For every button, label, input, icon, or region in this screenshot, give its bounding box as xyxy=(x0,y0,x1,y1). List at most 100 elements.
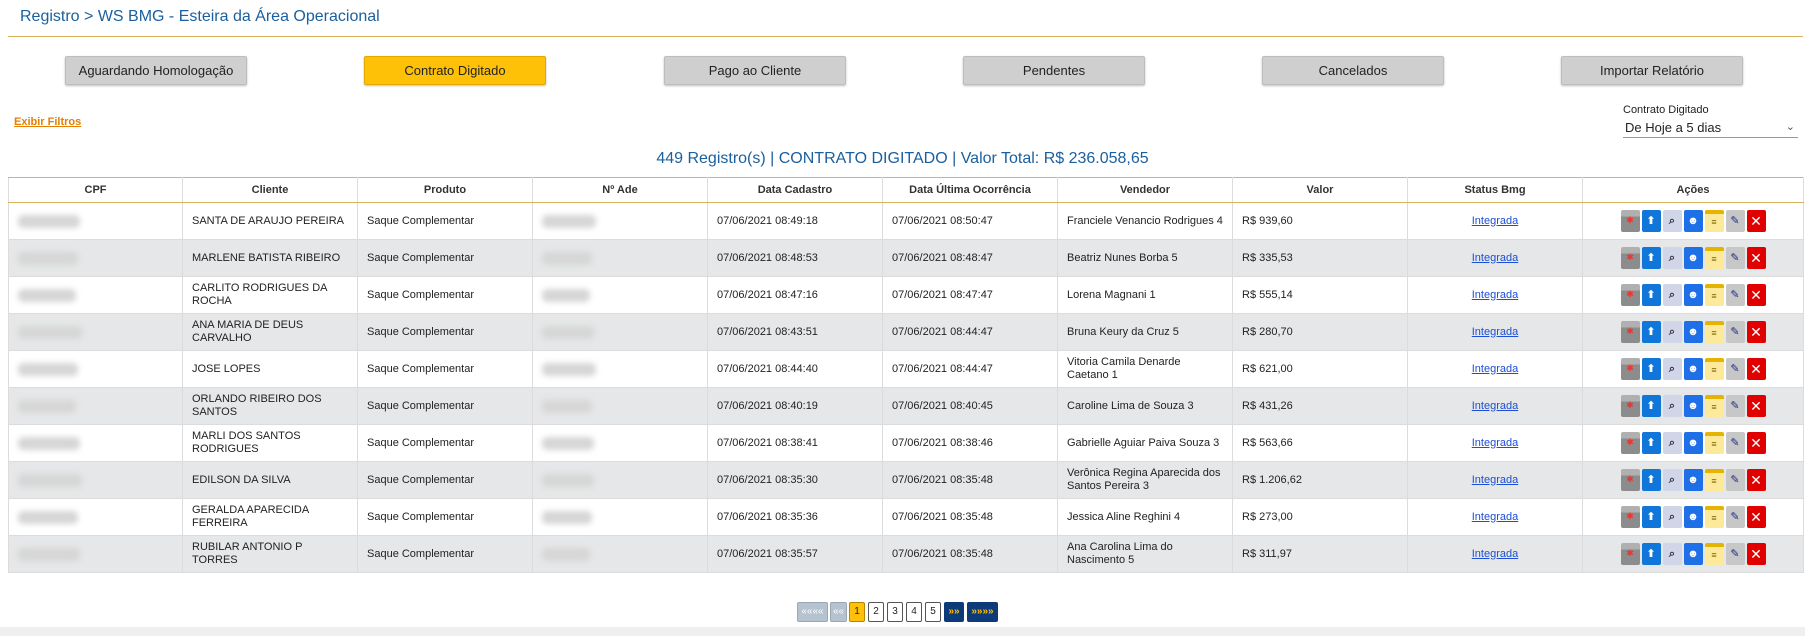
calendar-icon[interactable]: ✱ xyxy=(1620,506,1640,528)
table-row[interactable]: GERALDA APARECIDA FERREIRA Saque Compleme… xyxy=(8,498,1804,536)
user-icon[interactable]: ☻ xyxy=(1683,284,1703,306)
edit-icon[interactable]: ✎ xyxy=(1725,395,1745,417)
upload-icon[interactable]: ⬆ xyxy=(1641,247,1661,269)
user-icon[interactable]: ☻ xyxy=(1683,543,1703,565)
delete-icon[interactable]: ✕ xyxy=(1746,247,1766,269)
calendar-icon[interactable]: ✱ xyxy=(1620,210,1640,232)
note-icon[interactable]: ≡ xyxy=(1704,284,1724,306)
first-page-button[interactable]: «««« xyxy=(797,602,828,622)
user-icon[interactable]: ☻ xyxy=(1683,210,1703,232)
calendar-icon[interactable]: ✱ xyxy=(1620,247,1640,269)
edit-icon[interactable]: ✎ xyxy=(1725,469,1745,491)
table-row[interactable]: MARLI DOS SANTOS RODRIGUES Saque Compleme… xyxy=(8,424,1804,462)
page-button-5[interactable]: 5 xyxy=(925,602,941,622)
calendar-icon[interactable]: ✱ xyxy=(1620,284,1640,306)
status-link[interactable]: Integrada xyxy=(1472,289,1518,301)
edit-icon[interactable]: ✎ xyxy=(1725,358,1745,380)
page-button-1[interactable]: 1 xyxy=(849,602,865,622)
user-icon[interactable]: ☻ xyxy=(1683,469,1703,491)
note-icon[interactable]: ≡ xyxy=(1704,432,1724,454)
tab-importar-relatorio[interactable]: Importar Relatório xyxy=(1561,56,1743,85)
page-button-2[interactable]: 2 xyxy=(868,602,884,622)
delete-icon[interactable]: ✕ xyxy=(1746,543,1766,565)
calendar-icon[interactable]: ✱ xyxy=(1620,395,1640,417)
zoom-icon[interactable]: ⌕ xyxy=(1662,284,1682,306)
note-icon[interactable]: ≡ xyxy=(1704,247,1724,269)
upload-icon[interactable]: ⬆ xyxy=(1641,358,1661,380)
delete-icon[interactable]: ✕ xyxy=(1746,210,1766,232)
user-icon[interactable]: ☻ xyxy=(1683,506,1703,528)
user-icon[interactable]: ☻ xyxy=(1683,247,1703,269)
status-link[interactable]: Integrada xyxy=(1472,252,1518,264)
upload-icon[interactable]: ⬆ xyxy=(1641,210,1661,232)
date-range-select[interactable]: De Hoje a 5 dias ⌄ xyxy=(1623,119,1798,138)
tab-pago-ao-cliente[interactable]: Pago ao Cliente xyxy=(664,56,846,85)
calendar-icon[interactable]: ✱ xyxy=(1620,469,1640,491)
table-row[interactable]: ORLANDO RIBEIRO DOS SANTOS Saque Compleme… xyxy=(8,387,1804,425)
note-icon[interactable]: ≡ xyxy=(1704,358,1724,380)
table-row[interactable]: JOSE LOPES Saque Complementar 07/06/2021 0… xyxy=(8,350,1804,388)
delete-icon[interactable]: ✕ xyxy=(1746,284,1766,306)
user-icon[interactable]: ☻ xyxy=(1683,395,1703,417)
upload-icon[interactable]: ⬆ xyxy=(1641,469,1661,491)
zoom-icon[interactable]: ⌕ xyxy=(1662,506,1682,528)
edit-icon[interactable]: ✎ xyxy=(1725,506,1745,528)
column-header-cliente[interactable]: Cliente xyxy=(182,177,358,203)
user-icon[interactable]: ☻ xyxy=(1683,432,1703,454)
note-icon[interactable]: ≡ xyxy=(1704,543,1724,565)
edit-icon[interactable]: ✎ xyxy=(1725,247,1745,269)
note-icon[interactable]: ≡ xyxy=(1704,321,1724,343)
column-header-cpf[interactable]: CPF xyxy=(8,177,183,203)
page-button-4[interactable]: 4 xyxy=(906,602,922,622)
delete-icon[interactable]: ✕ xyxy=(1746,395,1766,417)
upload-icon[interactable]: ⬆ xyxy=(1641,506,1661,528)
upload-icon[interactable]: ⬆ xyxy=(1641,432,1661,454)
user-icon[interactable]: ☻ xyxy=(1683,358,1703,380)
last-page-button[interactable]: »»»» xyxy=(967,602,998,622)
note-icon[interactable]: ≡ xyxy=(1704,506,1724,528)
status-link[interactable]: Integrada xyxy=(1472,511,1518,523)
edit-icon[interactable]: ✎ xyxy=(1725,210,1745,232)
zoom-icon[interactable]: ⌕ xyxy=(1662,395,1682,417)
table-row[interactable]: MARLENE BATISTA RIBEIRO Saque Complementa… xyxy=(8,239,1804,277)
column-header-ade[interactable]: Nº Ade xyxy=(532,177,708,203)
table-row[interactable]: SANTA DE ARAUJO PEREIRA Saque Complementa… xyxy=(8,202,1804,240)
delete-icon[interactable]: ✕ xyxy=(1746,432,1766,454)
zoom-icon[interactable]: ⌕ xyxy=(1662,247,1682,269)
upload-icon[interactable]: ⬆ xyxy=(1641,543,1661,565)
status-link[interactable]: Integrada xyxy=(1472,215,1518,227)
table-row[interactable]: EDILSON DA SILVA Saque Complementar 07/06/… xyxy=(8,461,1804,499)
status-link[interactable]: Integrada xyxy=(1472,363,1518,375)
zoom-icon[interactable]: ⌕ xyxy=(1662,432,1682,454)
calendar-icon[interactable]: ✱ xyxy=(1620,432,1640,454)
edit-icon[interactable]: ✎ xyxy=(1725,432,1745,454)
next-page-button[interactable]: »» xyxy=(944,602,964,622)
table-row[interactable]: ANA MARIA DE DEUS CARVALHO Saque Compleme… xyxy=(8,313,1804,351)
status-link[interactable]: Integrada xyxy=(1472,400,1518,412)
upload-icon[interactable]: ⬆ xyxy=(1641,284,1661,306)
calendar-icon[interactable]: ✱ xyxy=(1620,358,1640,380)
page-button-3[interactable]: 3 xyxy=(887,602,903,622)
upload-icon[interactable]: ⬆ xyxy=(1641,395,1661,417)
edit-icon[interactable]: ✎ xyxy=(1725,321,1745,343)
zoom-icon[interactable]: ⌕ xyxy=(1662,321,1682,343)
column-header-produto[interactable]: Produto xyxy=(357,177,533,203)
prev-page-button[interactable]: «« xyxy=(830,602,847,622)
status-link[interactable]: Integrada xyxy=(1472,474,1518,486)
user-icon[interactable]: ☻ xyxy=(1683,321,1703,343)
tab-contrato-digitado[interactable]: Contrato Digitado xyxy=(364,56,546,85)
table-row[interactable]: CARLITO RODRIGUES DA ROCHA Saque Compleme… xyxy=(8,276,1804,314)
show-filters-link[interactable]: Exibir Filtros xyxy=(14,116,81,128)
note-icon[interactable]: ≡ xyxy=(1704,395,1724,417)
tab-aguardando-homologacao[interactable]: Aguardando Homologação xyxy=(65,56,247,85)
column-header-vendedor[interactable]: Vendedor xyxy=(1057,177,1233,203)
tab-pendentes[interactable]: Pendentes xyxy=(963,56,1145,85)
zoom-icon[interactable]: ⌕ xyxy=(1662,358,1682,380)
tab-cancelados[interactable]: Cancelados xyxy=(1262,56,1444,85)
note-icon[interactable]: ≡ xyxy=(1704,469,1724,491)
status-link[interactable]: Integrada xyxy=(1472,548,1518,560)
calendar-icon[interactable]: ✱ xyxy=(1620,543,1640,565)
column-header-data-ocorrencia[interactable]: Data Última Ocorrência xyxy=(882,177,1058,203)
table-row[interactable]: RUBILAR ANTONIO P TORRES Saque Complement… xyxy=(8,535,1804,573)
zoom-icon[interactable]: ⌕ xyxy=(1662,469,1682,491)
